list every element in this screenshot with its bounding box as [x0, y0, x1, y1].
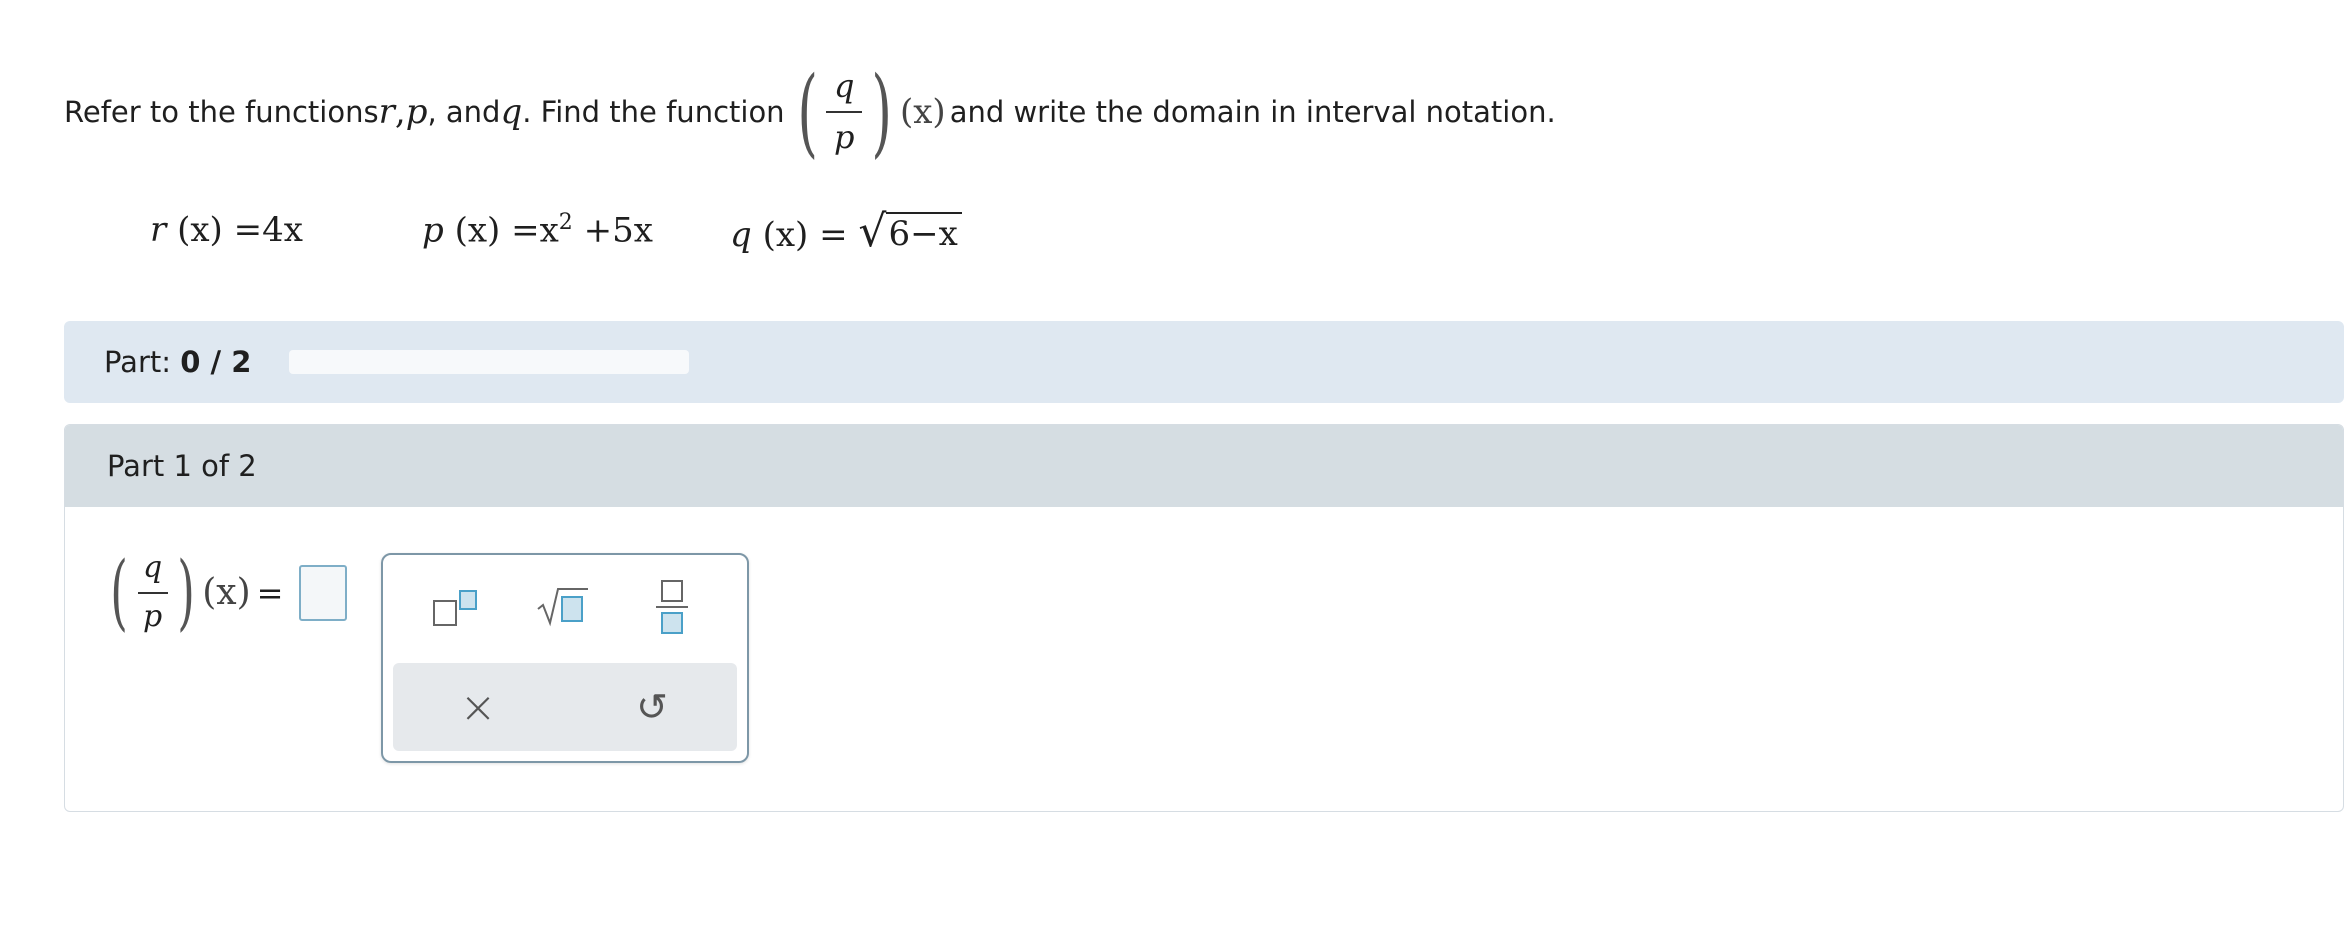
answer-equals: =	[256, 573, 284, 612]
fraction-icon	[656, 580, 688, 634]
var-q: q	[500, 92, 523, 132]
def-p-exponent: 2	[558, 210, 573, 235]
prompt-argument: (x)	[899, 92, 946, 132]
left-paren: (	[797, 56, 818, 168]
var-r: r	[378, 92, 395, 132]
clear-button[interactable]: ×	[443, 677, 513, 737]
part-panel: Part 1 of 2 ( q p ) (x) = × ↺	[64, 424, 2344, 812]
progress-label: Part: 0 / 2	[104, 345, 251, 379]
answer-left-paren: (	[110, 544, 128, 640]
def-q-name: q	[730, 215, 752, 255]
var-p: p	[405, 92, 428, 132]
undo-icon: ↺	[636, 685, 668, 729]
superscript-icon	[433, 590, 477, 626]
answer-fraction: q p	[135, 550, 170, 634]
def-p-name: p	[422, 210, 444, 251]
def-r-rhs: =4x	[233, 210, 303, 250]
definition-p: p (x) =x2 +5x	[422, 210, 653, 250]
keypad-action-row: × ↺	[393, 663, 737, 751]
def-r-arg: (x)	[177, 210, 223, 250]
answer-row: ( q p ) (x) =	[103, 544, 348, 640]
prompt-quotient-function: ( q p ) (x)	[789, 64, 946, 160]
definition-q: q (x) = √ 6−x	[730, 210, 962, 255]
radicand: 6−x	[886, 212, 962, 254]
def-r-name: r	[150, 210, 167, 250]
fraction-numerator: q	[834, 67, 855, 106]
definition-r: r (x) =4x	[150, 210, 303, 250]
prompt-comma-2: , and	[427, 95, 501, 129]
progress-bar	[289, 350, 690, 374]
part-header: Part 1 of 2	[65, 425, 2343, 507]
superscript-key[interactable]	[421, 577, 491, 637]
close-icon: ×	[459, 681, 497, 733]
answer-argument: (x)	[202, 572, 251, 613]
def-q-arg: (x)	[762, 215, 809, 255]
answer-right-paren: )	[177, 544, 196, 640]
answer-numerator: q	[143, 550, 163, 585]
undo-button[interactable]: ↺	[617, 677, 687, 737]
square-root-icon	[537, 588, 588, 627]
answer-fraction-bar	[137, 591, 168, 594]
fraction-denominator: p	[834, 118, 855, 156]
right-paren: )	[870, 56, 892, 168]
prompt-text-mid: . Find the function	[522, 95, 785, 129]
def-p-rhs-base: =x	[511, 210, 559, 251]
progress-strip: Part: 0 / 2	[64, 321, 2344, 403]
def-p-rhs-tail: +5x	[583, 210, 653, 251]
question-prompt: Refer to the functions r , p , and q . F…	[64, 52, 1556, 172]
fraction-key[interactable]	[637, 577, 707, 637]
answer-denominator: p	[143, 598, 163, 634]
math-keypad: × ↺	[381, 553, 749, 763]
progress-label-text: Part:	[104, 345, 181, 379]
prompt-fraction: q p	[826, 67, 863, 156]
function-definitions: r (x) =4x p (x) =x2 +5x q (x) = √ 6−x	[0, 200, 1200, 270]
prompt-text-before: Refer to the functions	[64, 95, 379, 129]
prompt-comma-1: ,	[394, 92, 406, 132]
square-root: √ 6−x	[858, 206, 962, 257]
def-q-eq: =	[819, 215, 848, 255]
radical-sign: √	[858, 206, 887, 257]
def-p-arg: (x)	[454, 210, 501, 251]
fraction-bar	[826, 111, 863, 113]
answer-input[interactable]	[299, 564, 348, 621]
prompt-text-after: and write the domain in interval notatio…	[949, 95, 1556, 129]
square-root-key[interactable]	[529, 577, 599, 637]
progress-value: 0 / 2	[180, 345, 252, 379]
